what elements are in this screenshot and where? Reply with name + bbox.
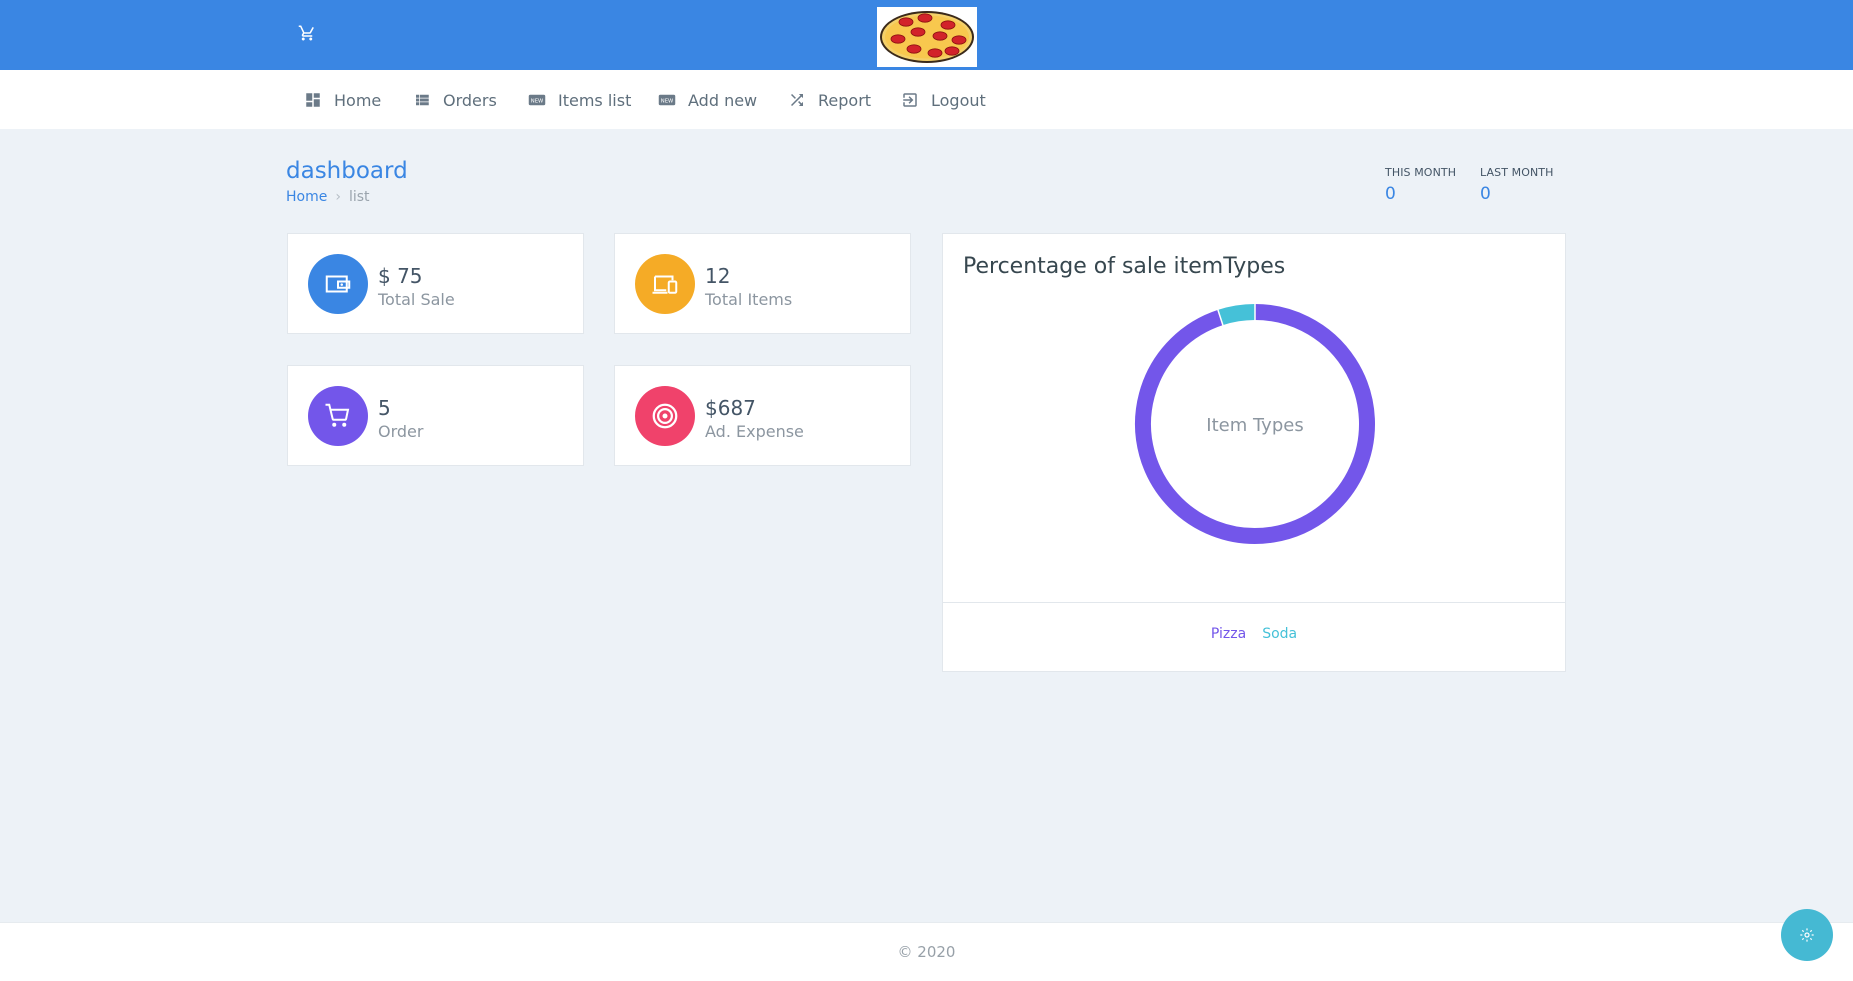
total-items-label: Total Items xyxy=(705,290,793,309)
nav-report[interactable]: Report xyxy=(788,88,871,112)
chart-divider xyxy=(943,602,1565,603)
nav-report-label: Report xyxy=(818,90,872,110)
nav-items-list-label: Items list xyxy=(558,90,632,110)
total-sale-label: Total Sale xyxy=(378,290,455,309)
nav-logout[interactable]: Logout xyxy=(901,88,986,112)
this-month-label: THIS MONTH xyxy=(1385,166,1457,179)
item-types-donut-chart: Item Types xyxy=(1135,303,1375,544)
this-month-value: 0 xyxy=(1385,184,1396,204)
breadcrumb-separator: › xyxy=(335,189,341,205)
list-icon xyxy=(416,94,429,106)
ad-expense-value: $687 xyxy=(705,396,756,420)
ad-expense-card: $687 Ad. Expense xyxy=(614,365,911,466)
total-items-value: 12 xyxy=(705,264,731,288)
svg-text:NEW: NEW xyxy=(531,98,544,104)
footer: © 2020 xyxy=(0,922,1853,981)
last-month-value: 0 xyxy=(1480,184,1491,204)
shuffle-icon xyxy=(791,94,803,106)
chart-legend: Pizza Soda xyxy=(943,626,1565,642)
nav-add-new-label: Add new xyxy=(688,90,758,110)
this-month-stat: THIS MONTH 0 xyxy=(1385,166,1456,204)
gear-icon xyxy=(1800,928,1814,942)
item-types-chart-card: Percentage of sale itemTypes Item Types … xyxy=(942,233,1566,672)
order-label: Order xyxy=(378,422,424,441)
ad-expense-label: Ad. Expense xyxy=(705,422,804,441)
legend-item-soda[interactable]: Soda xyxy=(1262,626,1297,642)
cart-icon[interactable] xyxy=(298,24,316,42)
total-sale-card: $ 75 Total Sale xyxy=(287,233,584,334)
chart-title: Percentage of sale itemTypes xyxy=(963,254,1286,279)
legend-item-pizza[interactable]: Pizza xyxy=(1211,626,1246,642)
nav-orders[interactable]: Orders xyxy=(413,88,497,112)
nav-home-label: Home xyxy=(334,90,382,110)
last-month-label: LAST MONTH xyxy=(1480,166,1554,179)
nav-orders-label: Orders xyxy=(443,90,497,110)
last-month-stat: LAST MONTH 0 xyxy=(1480,166,1553,204)
pizza-logo[interactable] xyxy=(877,7,977,67)
new-badge-icon: NEW xyxy=(658,94,676,106)
total-items-card: 12 Total Items xyxy=(614,233,911,334)
cart-icon xyxy=(308,386,368,446)
devices-icon xyxy=(635,254,695,314)
target-icon xyxy=(635,386,695,446)
dashboard-icon xyxy=(306,93,320,107)
main-navbar: Home Orders NEW Items list NEW Add new R… xyxy=(0,70,1853,129)
footer-copyright: © 2020 xyxy=(897,943,956,961)
breadcrumb-current: list xyxy=(348,189,370,205)
nav-logout-label: Logout xyxy=(931,90,986,110)
breadcrumb-home-link[interactable]: Home xyxy=(286,189,327,205)
breadcrumb: Home › list xyxy=(286,189,370,205)
nav-items-list[interactable]: NEW Items list xyxy=(528,88,631,112)
order-card: 5 Order xyxy=(287,365,584,466)
nav-home[interactable]: Home xyxy=(304,88,381,112)
top-header xyxy=(0,0,1853,70)
total-sale-value: $ 75 xyxy=(378,264,423,288)
settings-button[interactable] xyxy=(1781,909,1833,961)
logout-icon xyxy=(903,93,917,107)
nav-add-new[interactable]: NEW Add new xyxy=(658,88,757,112)
wallet-icon xyxy=(308,254,368,314)
order-value: 5 xyxy=(378,396,391,420)
svg-text:NEW: NEW xyxy=(661,98,674,104)
new-badge-icon: NEW xyxy=(528,94,546,106)
donut-center-label: Item Types xyxy=(1206,415,1303,436)
donut-slice-soda[interactable] xyxy=(1217,304,1256,326)
page-title: dashboard xyxy=(286,158,408,184)
